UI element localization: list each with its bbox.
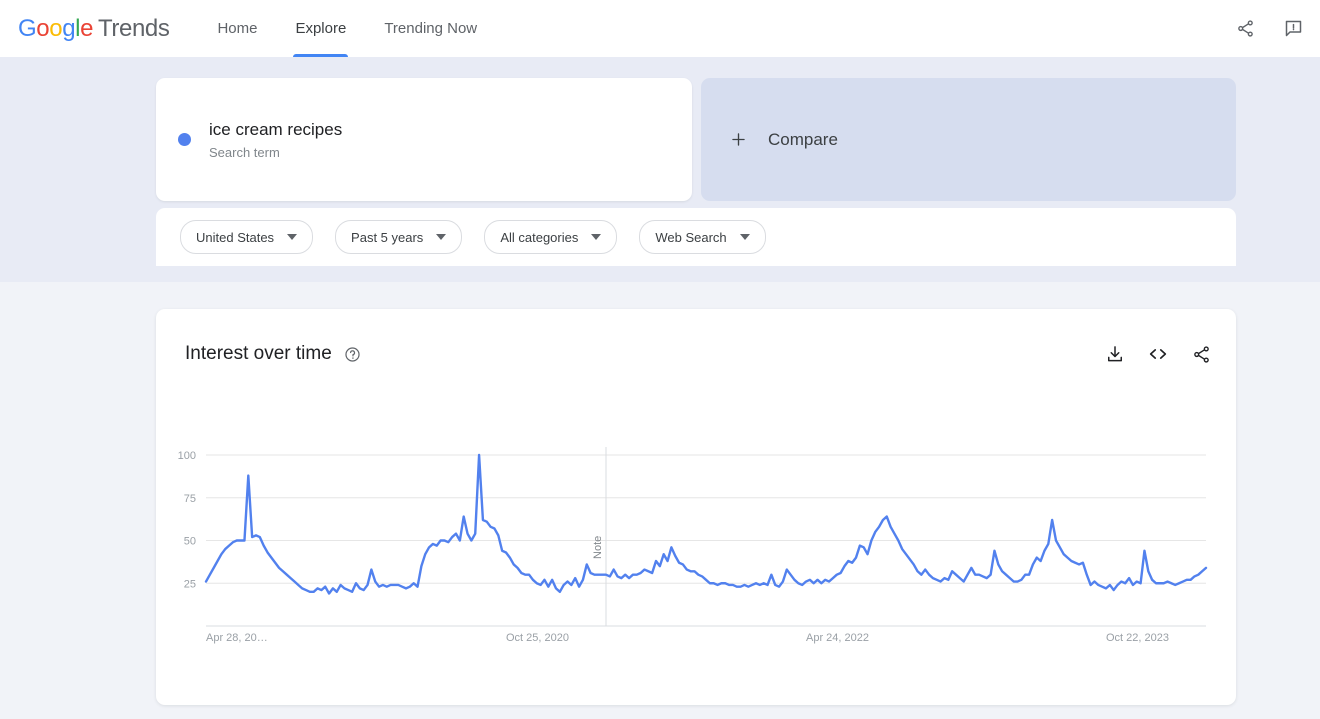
compare-label: Compare [768,129,838,149]
google-trends-logo[interactable]: Google Trends [18,14,170,43]
y-axis-tick-label: 50 [184,536,196,548]
share-icon[interactable] [1232,16,1258,42]
series-color-dot [178,133,191,146]
search-term-title: ice cream recipes [209,119,343,139]
filter-search-type[interactable]: Web Search [639,220,766,254]
app-header: Google Trends Home Explore Trending Now [0,0,1320,57]
chart-svg: 25 50 75 100 Note Apr 28, 20… Oct 25, 2020 Apr … [178,447,1208,644]
feedback-icon[interactable] [1280,16,1306,42]
x-axis-tick-label: Apr 24, 2022 [806,632,869,644]
header-actions [1232,0,1306,57]
embed-code-icon[interactable] [1147,343,1169,365]
interest-over-time-chart[interactable]: 25 50 75 100 Note Apr 28, 20… Oct 25, 2020 Apr … [156,439,1236,669]
chevron-down-icon [591,234,602,240]
y-axis-tick-label: 100 [178,450,196,462]
x-axis-tick-label: Oct 22, 2023 [1106,632,1169,644]
search-term-type: Search term [209,144,280,160]
nav-item-trending-now[interactable]: Trending Now [382,0,479,57]
chart-title: Interest over time [185,343,332,364]
share-icon[interactable] [1190,343,1212,365]
x-axis-tick-label: Oct 25, 2020 [506,632,569,644]
filter-location-label: United States [196,229,275,245]
filter-location[interactable]: United States [180,220,314,254]
y-axis-tick-label: 75 [184,493,196,505]
filter-time-range-label: Past 5 years [351,229,424,245]
nav-item-explore[interactable]: Explore [293,0,349,57]
download-icon[interactable] [1104,343,1126,365]
main-nav: Home Explore Trending Now [215,0,513,57]
interest-over-time-card: Interest over time 25 50 75 100 Note Apr… [156,309,1236,705]
filter-time-range[interactable]: Past 5 years [335,220,463,254]
filter-category[interactable]: All categories [484,220,618,254]
chart-actions [1104,343,1212,365]
trend-line [204,453,1208,595]
chart-header: Interest over time [185,339,1212,369]
filter-category-label: All categories [500,229,579,245]
chevron-down-icon [739,234,750,240]
y-axis-tick-label: 25 [184,578,196,590]
trends-page: GoogleTrends Home Explore Trending Now [0,0,1320,719]
search-term-text: ice cream recipes Search term [209,119,342,161]
plus-icon [728,130,748,150]
chevron-down-icon [287,234,298,240]
note-marker-label[interactable]: Note [592,536,604,559]
search-term-card[interactable]: ice cream recipes Search term [156,78,692,201]
chevron-down-icon [436,234,447,240]
help-icon[interactable] [344,346,361,363]
filter-search-type-label: Web Search [655,229,727,245]
filter-bar: United States Past 5 years All categorie… [156,208,1236,266]
nav-item-home[interactable]: Home [215,0,259,57]
logo-trends-word: Trends [98,14,170,42]
compare-card[interactable]: Compare [701,78,1236,201]
query-row: ice cream recipes Search term Compare [156,78,1236,201]
x-axis-tick-label: Apr 28, 20… [206,632,268,644]
